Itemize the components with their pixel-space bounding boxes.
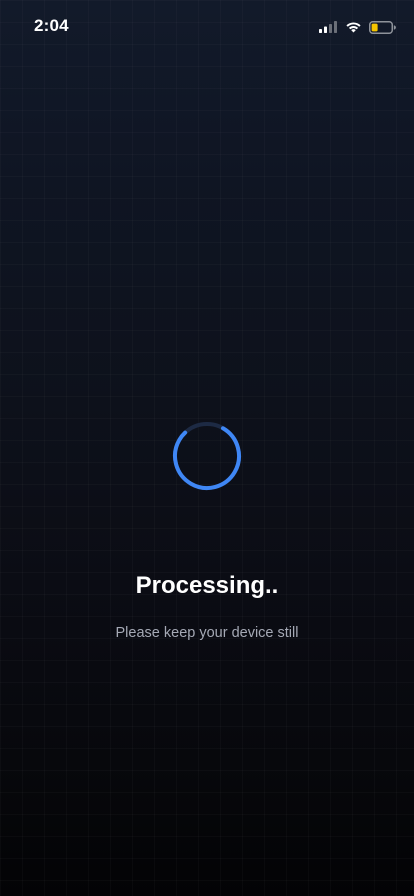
status-bar: 2:04 <box>0 0 414 52</box>
wifi-icon <box>345 21 362 33</box>
status-time: 2:04 <box>34 16 69 35</box>
status-icons <box>319 19 396 35</box>
loading-spinner <box>171 420 243 492</box>
battery-icon <box>369 20 396 34</box>
processing-title: Processing.. <box>135 572 279 599</box>
processing-screen: 2:04 Processing.. Please keep your devic… <box>0 0 414 896</box>
processing-subtitle: Please keep your device still <box>115 625 299 641</box>
cellular-signal-icon <box>319 21 338 33</box>
